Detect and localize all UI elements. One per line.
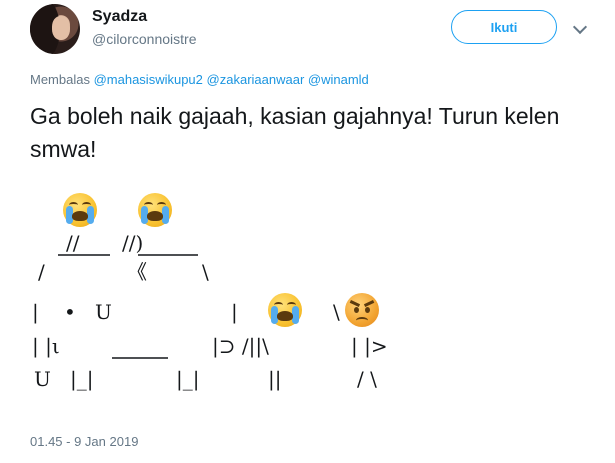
ascii-line: // <box>66 231 80 255</box>
ascii-line: \ <box>202 260 209 284</box>
ascii-line: 《 <box>127 260 147 284</box>
ascii-line: |_| <box>70 367 94 391</box>
ascii-line: | |ι <box>32 334 60 358</box>
ascii-line: || <box>268 367 282 391</box>
ascii-line: | <box>231 300 238 324</box>
crying-face-icon <box>268 293 302 327</box>
elephant-back-line <box>58 254 198 256</box>
tweet-timestamp[interactable]: 01.45 - 9 Jan 2019 <box>30 434 138 449</box>
ascii-line: //) <box>122 231 144 255</box>
angry-face-icon <box>345 293 379 327</box>
ascii-line: / \ <box>357 367 377 391</box>
ascii-line: |⊃ /||\ <box>212 334 269 358</box>
ascii-line: | |> <box>351 334 388 358</box>
ascii-line: \ <box>333 300 340 324</box>
ascii-line: |_| <box>176 367 200 391</box>
ascii-line: U <box>95 300 112 324</box>
crying-face-icon <box>138 193 172 227</box>
elephant-belly-line <box>112 357 168 359</box>
tweet-card: Syadza @cilorconnoistre Ikuti Membalas @… <box>0 0 615 463</box>
ascii-elephant-art: // //) / 《 \ | • U | | |ι |⊃ /||\ U |_| … <box>0 0 615 463</box>
ascii-line: • <box>64 300 76 324</box>
ascii-line: / <box>38 260 45 284</box>
crying-face-icon <box>63 193 97 227</box>
ascii-line: | <box>32 300 39 324</box>
ascii-line: U <box>34 367 51 391</box>
